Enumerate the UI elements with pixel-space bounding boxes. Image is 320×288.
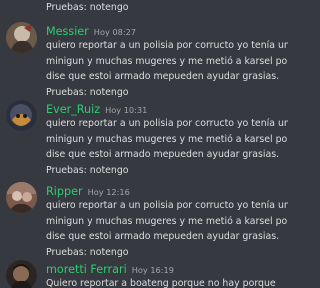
message-line: minigun y muchas mugeres y me metió a ka…	[46, 133, 288, 145]
message-author[interactable]: Messier	[46, 25, 89, 38]
avatar[interactable]	[6, 100, 37, 131]
message-header: Messier Hoy 08:27	[46, 20, 137, 38]
avatar-image	[6, 22, 37, 53]
message-line: quiero reportar a un polisia por corruct…	[46, 40, 288, 51]
message-line: minigun y muchas mugeres y me metió a ka…	[46, 215, 288, 227]
message-line: dise que estoi armado mepueden ayudar gr…	[46, 149, 280, 160]
message-author[interactable]: moretti Ferrari	[46, 263, 127, 276]
message-content: quiero reportar a un polisia por corruct…	[46, 38, 288, 100]
avatar[interactable]	[6, 22, 37, 53]
message-line: Quiero reportar a boateng porque no hay …	[46, 278, 276, 288]
message-line: minigun y muchas mugeres y me metió a ka…	[46, 55, 288, 67]
message-line: dise que estoi armado mepueden ayudar gr…	[46, 71, 280, 82]
message-line: quiero reportar a un polisia por corruct…	[46, 200, 288, 211]
message-timestamp: Hoy 12:16	[87, 187, 130, 197]
avatar[interactable]	[6, 260, 37, 288]
message-line: Pruebas: notengo	[46, 164, 129, 176]
message-timestamp: Hoy 08:27	[93, 27, 137, 37]
avatar-image	[6, 100, 37, 131]
message-content: Quiero reportar a boateng porque no hay …	[46, 276, 286, 288]
message-header: moretti Ferrari Hoy 16:19	[46, 258, 174, 276]
message-line: dise que estoi armado mepueden ayudar gr…	[46, 231, 280, 242]
message-content: quiero reportar a un polisia por corruct…	[46, 198, 288, 260]
message-timestamp: Hoy 16:19	[131, 265, 174, 275]
message-header: Ripper Hoy 12:16	[46, 180, 130, 198]
message-timestamp: Hoy 10:31	[105, 105, 148, 115]
chat-message-list[interactable]: Pruebas: notengo Messier Hoy 08:27 quiero…	[0, 0, 288, 288]
previous-message-tail: Pruebas: notengo	[46, 2, 129, 13]
avatar[interactable]	[6, 182, 37, 213]
message-content: quiero reportar a un polisia por corruct…	[46, 116, 288, 178]
avatar-image	[6, 260, 37, 288]
message-author[interactable]: Ripper	[46, 185, 83, 198]
message-line: quiero reportar a un polisia por corruct…	[46, 118, 288, 129]
message-header: Ever_Ruiz Hoy 10:31	[46, 98, 148, 116]
avatar-image	[6, 182, 37, 213]
message-author[interactable]: Ever_Ruiz	[46, 103, 100, 116]
